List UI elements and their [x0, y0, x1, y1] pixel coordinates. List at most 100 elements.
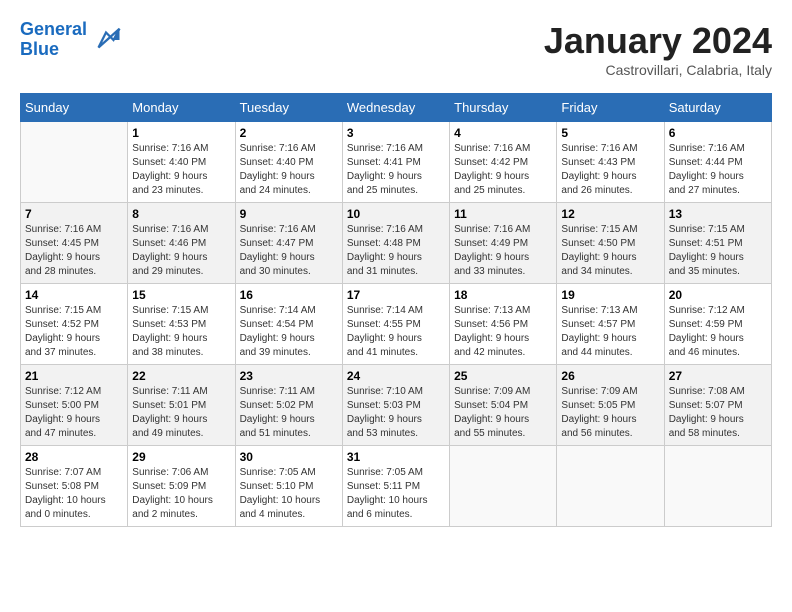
- day-number: 1: [132, 126, 230, 140]
- day-info: Sunrise: 7:16 AM Sunset: 4:40 PM Dayligh…: [240, 142, 338, 198]
- day-number: 8: [132, 207, 230, 221]
- day-info: Sunrise: 7:16 AM Sunset: 4:49 PM Dayligh…: [454, 223, 552, 279]
- calendar-cell: 3 Sunrise: 7:16 AM Sunset: 4:41 PM Daylig…: [342, 122, 449, 203]
- day-number: 3: [347, 126, 445, 140]
- calendar-week-3: 14 Sunrise: 7:15 AM Sunset: 4:52 PM Dayli…: [21, 284, 772, 365]
- day-info: Sunrise: 7:08 AM Sunset: 5:07 PM Dayligh…: [669, 385, 767, 441]
- calendar-cell: 14 Sunrise: 7:15 AM Sunset: 4:52 PM Dayli…: [21, 284, 128, 365]
- day-info: Sunrise: 7:09 AM Sunset: 5:05 PM Dayligh…: [561, 385, 659, 441]
- day-info: Sunrise: 7:14 AM Sunset: 4:55 PM Dayligh…: [347, 304, 445, 360]
- day-number: 16: [240, 288, 338, 302]
- day-number: 4: [454, 126, 552, 140]
- title-block: January 2024 Castrovillari, Calabria, It…: [544, 20, 772, 78]
- calendar-cell: 8 Sunrise: 7:16 AM Sunset: 4:46 PM Daylig…: [128, 203, 235, 284]
- day-info: Sunrise: 7:13 AM Sunset: 4:56 PM Dayligh…: [454, 304, 552, 360]
- day-info: Sunrise: 7:15 AM Sunset: 4:51 PM Dayligh…: [669, 223, 767, 279]
- day-number: 28: [25, 450, 123, 464]
- day-number: 17: [347, 288, 445, 302]
- day-info: Sunrise: 7:16 AM Sunset: 4:47 PM Dayligh…: [240, 223, 338, 279]
- day-number: 23: [240, 369, 338, 383]
- logo-line2: Blue: [20, 39, 59, 59]
- day-number: 5: [561, 126, 659, 140]
- day-info: Sunrise: 7:16 AM Sunset: 4:46 PM Dayligh…: [132, 223, 230, 279]
- day-info: Sunrise: 7:09 AM Sunset: 5:04 PM Dayligh…: [454, 385, 552, 441]
- calendar-cell: 5Sunrise: 7:16 AM Sunset: 4:43 PM Daylig…: [557, 122, 664, 203]
- calendar-cell: 10 Sunrise: 7:16 AM Sunset: 4:48 PM Dayli…: [342, 203, 449, 284]
- day-info: Sunrise: 7:16 AM Sunset: 4:42 PM Dayligh…: [454, 142, 552, 198]
- calendar-cell: 26Sunrise: 7:09 AM Sunset: 5:05 PM Dayli…: [557, 365, 664, 446]
- calendar-header: SundayMondayTuesdayWednesdayThursdayFrid…: [21, 94, 772, 122]
- day-number: 7: [25, 207, 123, 221]
- logo-icon: [91, 25, 121, 55]
- calendar-cell: [557, 446, 664, 527]
- day-info: Sunrise: 7:16 AM Sunset: 4:44 PM Dayligh…: [669, 142, 767, 198]
- day-info: Sunrise: 7:16 AM Sunset: 4:45 PM Dayligh…: [25, 223, 123, 279]
- calendar-cell: 24 Sunrise: 7:10 AM Sunset: 5:03 PM Dayli…: [342, 365, 449, 446]
- calendar-cell: 27 Sunrise: 7:08 AM Sunset: 5:07 PM Dayli…: [664, 365, 771, 446]
- day-info: Sunrise: 7:07 AM Sunset: 5:08 PM Dayligh…: [25, 466, 123, 522]
- calendar-cell: 30Sunrise: 7:05 AM Sunset: 5:10 PM Dayli…: [235, 446, 342, 527]
- day-info: Sunrise: 7:12 AM Sunset: 5:00 PM Dayligh…: [25, 385, 123, 441]
- weekday-header-friday: Friday: [557, 94, 664, 122]
- calendar-cell: 18 Sunrise: 7:13 AM Sunset: 4:56 PM Dayli…: [450, 284, 557, 365]
- day-number: 25: [454, 369, 552, 383]
- calendar-cell: [664, 446, 771, 527]
- calendar-week-2: 7 Sunrise: 7:16 AM Sunset: 4:45 PM Daylig…: [21, 203, 772, 284]
- day-number: 22: [132, 369, 230, 383]
- weekday-row: SundayMondayTuesdayWednesdayThursdayFrid…: [21, 94, 772, 122]
- day-info: Sunrise: 7:15 AM Sunset: 4:52 PM Dayligh…: [25, 304, 123, 360]
- calendar-cell: 6 Sunrise: 7:16 AM Sunset: 4:44 PM Daylig…: [664, 122, 771, 203]
- day-number: 2: [240, 126, 338, 140]
- weekday-header-sunday: Sunday: [21, 94, 128, 122]
- day-info: Sunrise: 7:16 AM Sunset: 4:41 PM Dayligh…: [347, 142, 445, 198]
- day-info: Sunrise: 7:10 AM Sunset: 5:03 PM Dayligh…: [347, 385, 445, 441]
- day-info: Sunrise: 7:15 AM Sunset: 4:50 PM Dayligh…: [561, 223, 659, 279]
- day-info: Sunrise: 7:13 AM Sunset: 4:57 PM Dayligh…: [561, 304, 659, 360]
- calendar-cell: 1 Sunrise: 7:16 AM Sunset: 4:40 PM Daylig…: [128, 122, 235, 203]
- day-number: 12: [561, 207, 659, 221]
- calendar-week-4: 21 Sunrise: 7:12 AM Sunset: 5:00 PM Dayli…: [21, 365, 772, 446]
- day-number: 19: [561, 288, 659, 302]
- day-number: 27: [669, 369, 767, 383]
- day-number: 11: [454, 207, 552, 221]
- calendar-cell: 23 Sunrise: 7:11 AM Sunset: 5:02 PM Dayli…: [235, 365, 342, 446]
- day-number: 31: [347, 450, 445, 464]
- day-number: 13: [669, 207, 767, 221]
- weekday-header-saturday: Saturday: [664, 94, 771, 122]
- day-number: 18: [454, 288, 552, 302]
- calendar-cell: 7 Sunrise: 7:16 AM Sunset: 4:45 PM Daylig…: [21, 203, 128, 284]
- day-info: Sunrise: 7:12 AM Sunset: 4:59 PM Dayligh…: [669, 304, 767, 360]
- day-number: 24: [347, 369, 445, 383]
- logo-text: General Blue: [20, 20, 87, 60]
- day-number: 29: [132, 450, 230, 464]
- location: Castrovillari, Calabria, Italy: [544, 62, 772, 78]
- day-info: Sunrise: 7:16 AM Sunset: 4:48 PM Dayligh…: [347, 223, 445, 279]
- day-number: 9: [240, 207, 338, 221]
- day-info: Sunrise: 7:14 AM Sunset: 4:54 PM Dayligh…: [240, 304, 338, 360]
- day-number: 20: [669, 288, 767, 302]
- calendar-body: 1 Sunrise: 7:16 AM Sunset: 4:40 PM Daylig…: [21, 122, 772, 527]
- calendar-cell: 13 Sunrise: 7:15 AM Sunset: 4:51 PM Dayli…: [664, 203, 771, 284]
- calendar-cell: 31 Sunrise: 7:05 AM Sunset: 5:11 PM Dayli…: [342, 446, 449, 527]
- calendar-cell: 4 Sunrise: 7:16 AM Sunset: 4:42 PM Daylig…: [450, 122, 557, 203]
- day-number: 14: [25, 288, 123, 302]
- calendar-cell: 16 Sunrise: 7:14 AM Sunset: 4:54 PM Dayli…: [235, 284, 342, 365]
- page-header: General Blue January 2024 Castrovillari,…: [20, 20, 772, 78]
- calendar-week-1: 1 Sunrise: 7:16 AM Sunset: 4:40 PM Daylig…: [21, 122, 772, 203]
- calendar-cell: 9 Sunrise: 7:16 AM Sunset: 4:47 PM Daylig…: [235, 203, 342, 284]
- day-number: 10: [347, 207, 445, 221]
- weekday-header-tuesday: Tuesday: [235, 94, 342, 122]
- calendar-week-5: 28 Sunrise: 7:07 AM Sunset: 5:08 PM Dayli…: [21, 446, 772, 527]
- calendar-cell: 12 Sunrise: 7:15 AM Sunset: 4:50 PM Dayli…: [557, 203, 664, 284]
- day-number: 21: [25, 369, 123, 383]
- logo: General Blue: [20, 20, 121, 60]
- day-info: Sunrise: 7:05 AM Sunset: 5:10 PM Dayligh…: [240, 466, 338, 522]
- day-info: Sunrise: 7:16 AM Sunset: 4:40 PM Dayligh…: [132, 142, 230, 198]
- day-info: Sunrise: 7:05 AM Sunset: 5:11 PM Dayligh…: [347, 466, 445, 522]
- day-info: Sunrise: 7:11 AM Sunset: 5:02 PM Dayligh…: [240, 385, 338, 441]
- calendar-cell: 17 Sunrise: 7:14 AM Sunset: 4:55 PM Dayli…: [342, 284, 449, 365]
- day-number: 6: [669, 126, 767, 140]
- calendar-cell: 22 Sunrise: 7:11 AM Sunset: 5:01 PM Dayli…: [128, 365, 235, 446]
- day-info: Sunrise: 7:11 AM Sunset: 5:01 PM Dayligh…: [132, 385, 230, 441]
- calendar-cell: 20 Sunrise: 7:12 AM Sunset: 4:59 PM Dayli…: [664, 284, 771, 365]
